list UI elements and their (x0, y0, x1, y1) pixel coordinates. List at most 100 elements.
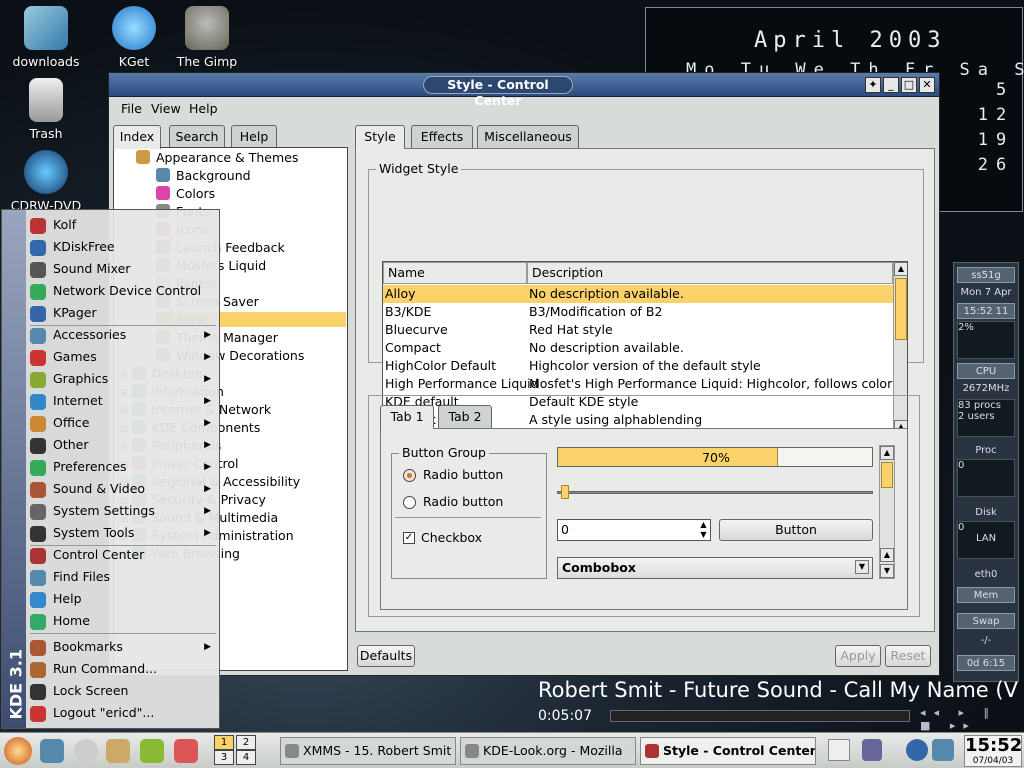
scroll-up-arrow-icon[interactable]: ▲ (880, 548, 894, 562)
kmenu-item[interactable]: Control Center (27, 544, 219, 566)
spinbox[interactable]: 0 (557, 519, 711, 541)
menu-view[interactable]: View (151, 101, 181, 116)
kmenu-item[interactable]: KDiskFree (27, 236, 219, 258)
task-mozilla[interactable]: KDE-Look.org - Mozilla (460, 737, 636, 765)
close-button[interactable]: ✕ (919, 77, 935, 93)
preview-button[interactable]: Button (719, 519, 873, 541)
kmenu-item[interactable]: Other ▶ (27, 434, 219, 456)
table-row[interactable]: High Performance Liquid Mosfet's High Per… (383, 375, 893, 393)
pager-desktop-2[interactable]: 2 (236, 735, 256, 750)
table-row[interactable]: B3/KDE B3/Modification of B2 (383, 303, 893, 321)
tab-help[interactable]: Help (231, 125, 277, 149)
window-titlebar[interactable]: Style - Control Center ✦ _ □ ✕ (109, 73, 939, 108)
tab-effects[interactable]: Effects (411, 125, 473, 149)
update-icon[interactable] (906, 739, 928, 761)
tree-item[interactable]: Appearance & Themes (136, 150, 298, 165)
combobox[interactable]: Combobox (557, 557, 873, 579)
scroll-down-arrow-icon[interactable]: ▼ (880, 564, 894, 578)
kmenu-item[interactable]: Run Command... (27, 658, 219, 680)
table-row[interactable]: Compact No description available. (383, 339, 893, 357)
pager-desktop-4[interactable]: 4 (236, 750, 256, 765)
table-row[interactable]: HighColor Default Highcolor version of th… (383, 357, 893, 375)
kget-desktop-icon[interactable]: KGet (94, 6, 174, 69)
cpu-label: CPU (957, 363, 1015, 379)
cdrw-desktop-icon[interactable]: CDRW-DVD (6, 150, 86, 213)
kmenu-item[interactable]: System Tools ▶ (27, 522, 219, 544)
maximize-button[interactable]: □ (901, 77, 917, 93)
slider-track[interactable] (557, 491, 873, 494)
slider-handle[interactable] (561, 485, 569, 499)
kmenu-item[interactable]: Kolf (27, 214, 219, 236)
eye-launcher-icon[interactable] (74, 739, 98, 763)
kmenu-item[interactable]: Bookmarks ▶ (27, 636, 219, 658)
tab-miscellaneous[interactable]: Miscellaneous (477, 125, 579, 149)
mail-launcher-icon[interactable] (174, 739, 198, 763)
scroll-thumb[interactable] (895, 278, 907, 340)
preview-tab-1[interactable]: Tab 1 (380, 405, 434, 429)
kmenu-item[interactable]: System Settings ▶ (27, 500, 219, 522)
klipper-icon[interactable] (828, 739, 850, 761)
xmms-seek-bar[interactable] (610, 710, 910, 722)
network-icon[interactable] (932, 739, 954, 761)
table-row[interactable]: Bluecurve Red Hat style (383, 321, 893, 339)
pin-icon[interactable]: ✦ (865, 77, 881, 93)
kmenu-item[interactable]: Find Files (27, 566, 219, 588)
pager-desktop-3[interactable]: 3 (214, 750, 234, 765)
kmenu-item[interactable]: Home (27, 610, 219, 632)
defaults-button[interactable]: Defaults (357, 645, 415, 667)
trash-desktop-icon[interactable]: Trash (6, 78, 86, 141)
column-name-header[interactable]: Name (383, 262, 527, 284)
task-xmms[interactable]: XMMS - 15. Robert Smit - (280, 737, 456, 765)
task-control-center[interactable]: Style - Control Center (640, 737, 816, 765)
clock[interactable]: 15:52 07/04/03 (964, 735, 1022, 767)
minimize-button[interactable]: _ (883, 77, 899, 93)
proc-label: Proc (975, 445, 997, 456)
kmenu-item[interactable]: Games ▶ (27, 346, 219, 368)
radio-button-1[interactable]: Radio button (423, 467, 503, 482)
kmenu-item[interactable]: Internet ▶ (27, 390, 219, 412)
kmenu-item[interactable]: Accessories ▶ (27, 324, 219, 346)
star-launcher-icon[interactable] (140, 739, 164, 763)
browser-launcher-icon[interactable] (40, 739, 64, 763)
gimp-desktop-icon[interactable]: The Gimp (167, 6, 247, 69)
checkbox-label[interactable]: Checkbox (421, 530, 482, 545)
kmenu-item[interactable]: Preferences ▶ (27, 456, 219, 478)
preview-scrollbar[interactable]: ▲ ▲ ▼ (879, 445, 895, 579)
kmenu-item[interactable]: Sound Mixer (27, 258, 219, 280)
radio-checked-icon[interactable] (403, 469, 416, 482)
preview-tab-2[interactable]: Tab 2 (438, 405, 492, 429)
tree-item[interactable]: Colors (156, 186, 215, 201)
tab-style[interactable]: Style (355, 125, 405, 149)
volume-icon[interactable] (862, 739, 882, 761)
scroll-thumb[interactable] (881, 462, 893, 488)
kmenu-item[interactable]: Office ▶ (27, 412, 219, 434)
checkbox-checked-icon[interactable]: ✓ (403, 532, 415, 544)
downloads-desktop-icon[interactable]: downloads (6, 6, 86, 69)
menu-file[interactable]: File (121, 101, 142, 116)
scroll-up-arrow-icon[interactable]: ▲ (894, 262, 907, 276)
kmenu-button-icon[interactable] (4, 737, 32, 765)
combo-arrow-icon[interactable]: ▼ (855, 560, 869, 574)
kmenu-item[interactable]: KPager (27, 302, 219, 324)
spin-arrows-icon[interactable]: ▲ ▼ (697, 520, 710, 540)
radio-unchecked-icon[interactable] (403, 496, 416, 509)
scroll-up-arrow-icon[interactable]: ▲ (880, 446, 894, 460)
kmenu-item[interactable]: Sound & Video ▶ (27, 478, 219, 500)
table-row[interactable]: Alloy No description available. (383, 285, 893, 303)
radio-button-2[interactable]: Radio button (423, 494, 503, 509)
tree-item[interactable]: Background (156, 168, 251, 183)
kmenu-item[interactable]: Graphics ▶ (27, 368, 219, 390)
kmenu-item[interactable]: Logout "ericd"... (27, 702, 219, 724)
kmenu-item[interactable]: Help (27, 588, 219, 610)
kmenu-item[interactable]: Lock Screen (27, 680, 219, 702)
pager-desktop-1[interactable]: 1 (214, 735, 234, 750)
apply-button[interactable]: Apply (835, 645, 881, 667)
kmenu-item[interactable]: Network Device Control (27, 280, 219, 302)
column-description-header[interactable]: Description (527, 262, 893, 284)
menu-help[interactable]: Help (189, 101, 218, 116)
xmms-controls[interactable]: ◂◂ ▸ ‖ ■ ▸▸ (920, 706, 1020, 732)
terminal-launcher-icon[interactable] (106, 739, 130, 763)
reset-button[interactable]: Reset (885, 645, 931, 667)
tab-search[interactable]: Search (169, 125, 225, 149)
tab-index[interactable]: Index (113, 125, 161, 149)
